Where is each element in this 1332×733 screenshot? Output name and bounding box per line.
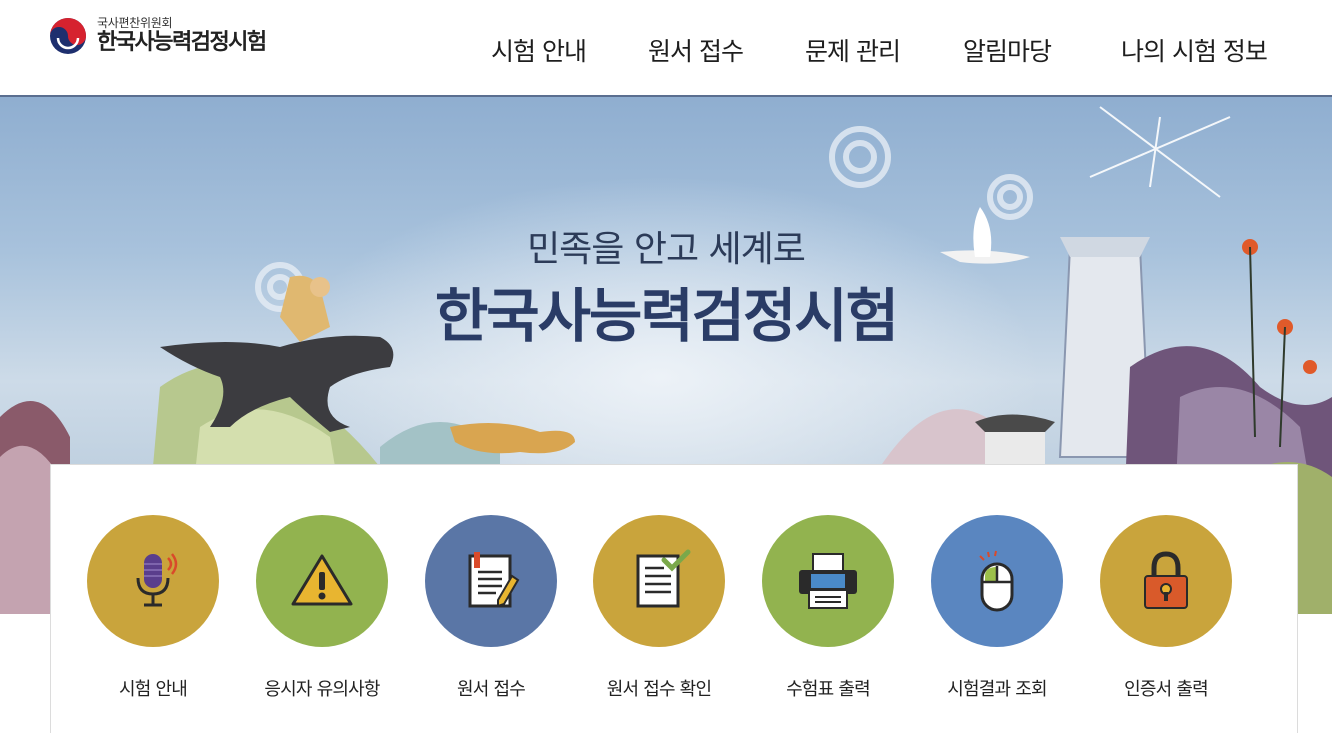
quick-candidate-notice[interactable]: 응시자 유의사항 bbox=[238, 515, 406, 701]
nav-my-exam-info[interactable]: 나의 시험 정보 bbox=[1121, 32, 1268, 68]
notebook-icon bbox=[468, 552, 520, 608]
banner-title: 한국사능력검정시험 bbox=[434, 282, 899, 350]
quick-certificate-label: 인증서 출력 bbox=[1124, 679, 1209, 700]
nav-notices[interactable]: 알림마당 bbox=[963, 32, 1052, 68]
quick-application-check[interactable]: 원서 접수 확인 bbox=[575, 515, 743, 701]
quick-exam-info[interactable]: 시험 안내 bbox=[69, 515, 237, 701]
banner-tagline: 민족을 안고 세계로 bbox=[527, 229, 806, 270]
printer-icon bbox=[799, 553, 857, 609]
quick-certificate[interactable]: 인증서 출력 bbox=[1082, 515, 1250, 701]
quick-exam-result-label: 시험결과 조회 bbox=[947, 679, 1047, 700]
quick-menu: 시험 안내 응시자 유의사항 원서 접수 원서 접수 확인 수험표 출력 시험결… bbox=[50, 464, 1298, 733]
quick-admission-ticket-circle[interactable] bbox=[762, 515, 894, 647]
quick-application-circle[interactable] bbox=[425, 515, 557, 647]
quick-exam-info-circle[interactable] bbox=[87, 515, 219, 647]
quick-application[interactable]: 원서 접수 bbox=[407, 515, 575, 701]
quick-candidate-notice-label: 응시자 유의사항 bbox=[264, 679, 380, 700]
quick-exam-info-label: 시험 안내 bbox=[119, 679, 188, 700]
quick-admission-ticket[interactable]: 수험표 출력 bbox=[744, 515, 912, 701]
quick-application-check-circle[interactable] bbox=[593, 515, 725, 647]
lock-icon bbox=[1144, 551, 1188, 609]
quick-exam-result-circle[interactable] bbox=[931, 515, 1063, 647]
quick-application-check-label: 원서 접수 확인 bbox=[606, 679, 712, 700]
mouse-icon bbox=[979, 550, 1014, 612]
microphone-icon bbox=[136, 553, 178, 607]
site-header: 국사편찬위원회 한국사능력검정시험 시험 안내 원서 접수 문제 관리 알림마당… bbox=[0, 0, 1332, 97]
quick-exam-result[interactable]: 시험결과 조회 bbox=[913, 515, 1081, 701]
quick-certificate-circle[interactable] bbox=[1100, 515, 1232, 647]
main-nav: 시험 안내 원서 접수 문제 관리 알림마당 나의 시험 정보 bbox=[0, 32, 1332, 72]
nav-exam-info[interactable]: 시험 안내 bbox=[491, 32, 587, 68]
nav-question-management[interactable]: 문제 관리 bbox=[805, 32, 901, 68]
quick-application-label: 원서 접수 bbox=[457, 679, 526, 700]
quick-admission-ticket-label: 수험표 출력 bbox=[786, 679, 871, 700]
warning-icon bbox=[291, 554, 353, 606]
quick-candidate-notice-circle[interactable] bbox=[256, 515, 388, 647]
document-check-icon bbox=[636, 549, 691, 608]
nav-application[interactable]: 원서 접수 bbox=[648, 32, 744, 68]
org-name: 국사편찬위원회 bbox=[97, 16, 173, 30]
